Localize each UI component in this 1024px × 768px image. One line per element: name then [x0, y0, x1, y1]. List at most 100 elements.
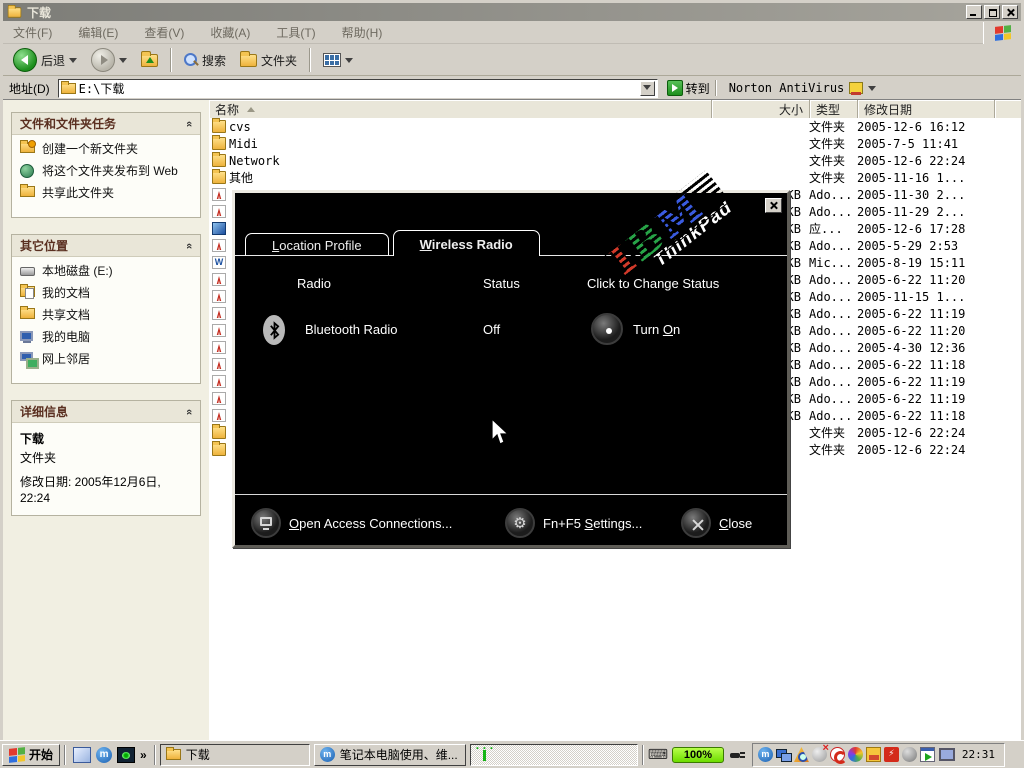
fnf5-settings-button[interactable]: ⚙ Fn+F5 Settings...: [505, 508, 642, 538]
file-name[interactable]: Midi: [229, 137, 709, 151]
image-viewer-icon[interactable]: [117, 747, 135, 763]
word-file-icon: [212, 256, 226, 269]
menu-edit[interactable]: 编辑(E): [78, 24, 118, 41]
forward-dropdown-icon[interactable]: [119, 58, 127, 67]
start-button[interactable]: 开始: [2, 744, 60, 766]
menu-file[interactable]: 文件(F): [13, 24, 52, 41]
other-places-header[interactable]: 其它位置 «: [12, 235, 200, 257]
mouse-cursor: [491, 418, 509, 451]
menu-bar: 文件(F) 编辑(E) 查看(V) 收藏(A) 工具(T) 帮助(H): [3, 22, 1021, 44]
column-date[interactable]: 修改日期: [858, 100, 995, 118]
collapse-chevron-icon[interactable]: «: [183, 242, 195, 248]
taskbar-clock[interactable]: 22:31: [956, 748, 999, 761]
open-access-connections-button[interactable]: Open Access Connections...: [251, 508, 452, 538]
task-share-folder[interactable]: 共享此文件夹: [20, 186, 194, 201]
window-folder-icon: [8, 7, 22, 17]
taskbar-separator: [642, 745, 644, 765]
go-button[interactable]: 转到: [664, 79, 713, 98]
file-name[interactable]: 其他: [229, 169, 709, 186]
place-my-computer[interactable]: 我的电脑: [20, 330, 194, 345]
turn-on-label[interactable]: Turn On: [633, 322, 680, 337]
pinwheel-icon[interactable]: [848, 747, 863, 762]
up-button[interactable]: [137, 52, 162, 69]
toolbar-separator: [309, 48, 311, 72]
restore-button[interactable]: [984, 5, 1000, 19]
folder-file-icon: [212, 426, 226, 439]
download-manager-icon[interactable]: [830, 747, 845, 762]
views-button[interactable]: [319, 51, 357, 69]
column-size[interactable]: 大小: [712, 100, 810, 118]
file-type: 文件夹: [804, 169, 852, 186]
wireless-radio-dialog: IBM ThinkPad Location Profile Wireless R…: [232, 190, 790, 548]
task-button-wireless[interactable]: [470, 744, 638, 766]
place-my-documents[interactable]: 我的文档: [20, 286, 194, 301]
dialog-separator: [235, 494, 787, 495]
lightning-icon[interactable]: [884, 747, 899, 762]
task-publish-web[interactable]: 将这个文件夹发布到 Web: [20, 164, 194, 179]
file-tasks-header[interactable]: 文件和文件夹任务 «: [12, 113, 200, 135]
task-button-download[interactable]: 下载: [160, 744, 310, 766]
task-new-folder[interactable]: 创建一个新文件夹: [20, 142, 194, 157]
file-row[interactable]: cvs文件夹2005-12-6 16:12: [209, 118, 1021, 135]
forward-button[interactable]: [87, 46, 131, 74]
gray-ball-icon[interactable]: [902, 747, 917, 762]
views-dropdown-icon[interactable]: [345, 58, 353, 67]
dialog-close-button[interactable]: Close: [681, 508, 752, 538]
back-button[interactable]: 后退: [9, 46, 81, 74]
dialog-close-icon[interactable]: [765, 198, 782, 213]
file-row[interactable]: 其他文件夹2005-11-16 1...: [209, 169, 1021, 186]
task-button-browser[interactable]: 笔记本电脑使用、维...: [314, 744, 466, 766]
messenger-icon[interactable]: [866, 747, 881, 762]
media-player-icon[interactable]: [920, 747, 935, 762]
window-titlebar[interactable]: 下载: [3, 3, 1021, 21]
back-dropdown-icon[interactable]: [69, 58, 77, 67]
tab-wireless-radio[interactable]: Wireless Radio: [393, 230, 540, 256]
file-row[interactable]: Network文件夹2005-12-6 22:24: [209, 152, 1021, 169]
menu-favorites[interactable]: 收藏(A): [210, 24, 250, 41]
file-row[interactable]: Midi文件夹2005-7-5 11:41: [209, 135, 1021, 152]
maxthon-tray-icon[interactable]: [758, 747, 773, 762]
bluetooth-radio-row: Bluetooth Radio Off Turn On: [235, 313, 787, 353]
column-type[interactable]: 类型: [810, 100, 858, 118]
search-button[interactable]: 搜索: [180, 50, 230, 71]
tab-location-profile[interactable]: Location Profile: [245, 233, 389, 256]
address-input[interactable]: E:\下载: [58, 79, 658, 98]
file-name[interactable]: Network: [229, 154, 709, 168]
address-dropdown-button[interactable]: [640, 81, 655, 96]
bluetooth-radio-label: Bluetooth Radio: [305, 322, 398, 337]
menu-tools[interactable]: 工具(T): [276, 24, 315, 41]
pdf-file-icon: [212, 307, 226, 320]
pdf-file-icon: [212, 273, 226, 286]
place-local-disk[interactable]: 本地磁盘 (E:): [20, 264, 194, 279]
show-desktop-icon[interactable]: [73, 747, 91, 763]
battery-meter[interactable]: 100%: [672, 747, 724, 763]
quick-launch-more-chevron[interactable]: »: [140, 748, 147, 762]
minimize-button[interactable]: [966, 5, 982, 19]
details-header[interactable]: 详细信息 «: [12, 401, 200, 423]
folders-button[interactable]: 文件夹: [236, 50, 301, 71]
file-name[interactable]: cvs: [229, 120, 709, 134]
maxthon-browser-icon[interactable]: [96, 747, 112, 763]
network-computers-icon[interactable]: [776, 747, 791, 762]
file-date: 2005-12-6 22:24: [852, 426, 992, 440]
collapse-chevron-icon[interactable]: «: [183, 408, 195, 414]
file-type: Ado...: [804, 205, 852, 219]
muted-device-icon[interactable]: [812, 747, 827, 762]
place-network[interactable]: 网上邻居: [20, 352, 194, 367]
input-method-keyboard-icon[interactable]: ⌨: [648, 747, 668, 763]
file-type: 文件夹: [804, 441, 852, 458]
image-viewer-tray-icon[interactable]: [794, 747, 809, 762]
menu-help[interactable]: 帮助(H): [342, 24, 383, 41]
column-name[interactable]: 名称: [209, 100, 712, 118]
close-button[interactable]: [1002, 5, 1018, 19]
ac-power-plug-icon: [728, 747, 746, 763]
turn-on-button[interactable]: [591, 313, 623, 345]
menu-view[interactable]: 查看(V): [144, 24, 184, 41]
file-type: Ado...: [804, 290, 852, 304]
norton-dropdown-icon[interactable]: [868, 86, 876, 95]
place-shared-documents[interactable]: 共享文档: [20, 308, 194, 323]
display-icon[interactable]: [938, 747, 953, 762]
collapse-chevron-icon[interactable]: «: [183, 120, 195, 126]
norton-antivirus-band[interactable]: Norton AntiVirus: [729, 81, 877, 95]
file-type: 文件夹: [804, 424, 852, 441]
